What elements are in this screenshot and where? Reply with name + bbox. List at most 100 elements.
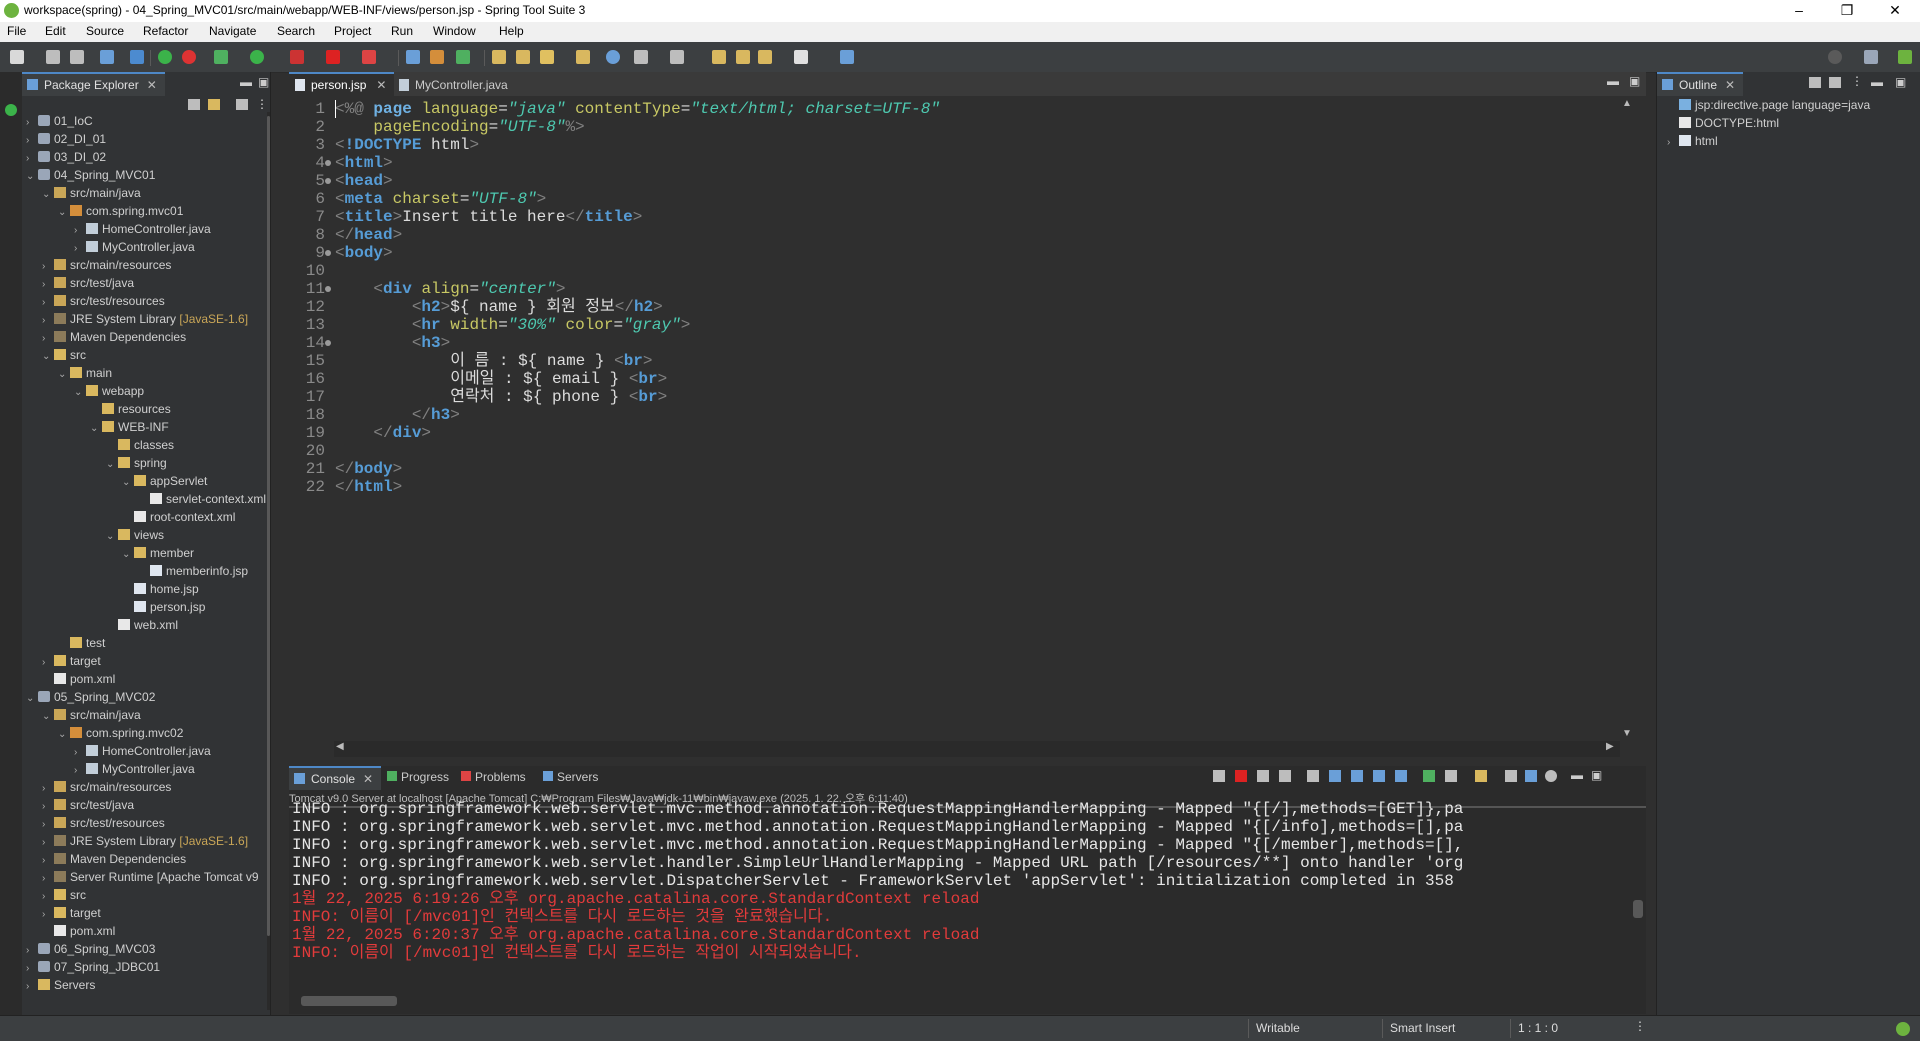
- package-explorer-scrollbar[interactable]: [267, 112, 270, 1010]
- tree-item[interactable]: › target: [42, 904, 101, 922]
- minimize-view-icon[interactable]: ▬: [1571, 768, 1583, 782]
- chevron-down-icon[interactable]: ⌄: [26, 690, 38, 708]
- annotation-icon[interactable]: [634, 50, 648, 64]
- open-resource-icon[interactable]: [576, 50, 590, 64]
- pin-console-icon[interactable]: [1423, 770, 1435, 782]
- pin-editor-icon[interactable]: [840, 50, 854, 64]
- print-icon[interactable]: [100, 50, 114, 64]
- close-icon[interactable]: ✕: [363, 772, 373, 786]
- tree-item[interactable]: › src/test/java: [42, 796, 134, 814]
- back-icon[interactable]: [758, 50, 772, 64]
- open-perspective-icon[interactable]: [1864, 50, 1878, 64]
- chevron-down-icon[interactable]: ⌄: [122, 474, 134, 492]
- tree-item[interactable]: person.jsp: [122, 598, 205, 616]
- save-all-icon[interactable]: [70, 50, 84, 64]
- stop-icon[interactable]: [326, 50, 340, 64]
- tree-item[interactable]: ⌄ com.spring.mvc01: [58, 202, 183, 220]
- maximize-view-icon[interactable]: ▣: [1591, 768, 1602, 782]
- tab-package-explorer[interactable]: Package Explorer ✕: [22, 72, 165, 96]
- tab-servers[interactable]: Servers: [543, 770, 598, 784]
- new-icon[interactable]: [10, 50, 24, 64]
- web-browser-icon[interactable]: [606, 50, 620, 64]
- editor-horizontal-scrollbar[interactable]: ◀ ▶: [334, 741, 1620, 757]
- relaunch-icon[interactable]: [1213, 770, 1225, 782]
- tree-item[interactable]: ⌄ src: [42, 346, 86, 364]
- word-wrap-icon[interactable]: [1351, 770, 1363, 782]
- tree-item[interactable]: ⌄ WEB-INF: [90, 418, 169, 436]
- code-editor[interactable]: 1 <%@ page language="java" contentType="t…: [289, 98, 1619, 738]
- tree-item[interactable]: ⌄ com.spring.mvc02: [58, 724, 183, 742]
- tree-item[interactable]: › Maven Dependencies: [42, 850, 186, 868]
- fold-icon[interactable]: [325, 286, 331, 292]
- menu-run[interactable]: Run: [391, 24, 413, 38]
- tree-item[interactable]: › 02_DI_01: [26, 130, 106, 148]
- tree-item[interactable]: classes: [106, 436, 174, 454]
- next-annotation-icon[interactable]: [670, 50, 684, 64]
- terminate-icon[interactable]: [1235, 770, 1247, 782]
- tab-mycontroller-java[interactable]: MyController.java: [393, 74, 516, 96]
- maximize-button[interactable]: ❐: [1824, 0, 1870, 22]
- forward-history-icon[interactable]: [736, 50, 750, 64]
- fold-icon[interactable]: [325, 160, 331, 166]
- close-icon[interactable]: ✕: [147, 78, 157, 92]
- tab-progress[interactable]: Progress: [387, 770, 449, 784]
- search-icon[interactable]: [1828, 50, 1842, 64]
- tree-item[interactable]: › MyController.java: [74, 238, 195, 256]
- tree-item[interactable]: pom.xml: [42, 922, 115, 940]
- fold-icon[interactable]: [325, 178, 331, 184]
- close-window-button[interactable]: ✕: [1872, 0, 1918, 22]
- forward-icon[interactable]: [794, 50, 808, 64]
- open-type-icon[interactable]: [492, 50, 506, 64]
- new-package-icon[interactable]: [430, 50, 444, 64]
- scrollbar-thumb[interactable]: [301, 996, 397, 1006]
- editor-vertical-scrollbar[interactable]: ▲ ▼: [1620, 98, 1634, 742]
- outline-item[interactable]: jsp:directive.page language=java: [1667, 96, 1870, 114]
- tree-item[interactable]: ⌄ webapp: [74, 382, 144, 400]
- tree-item[interactable]: › HomeController.java: [74, 742, 211, 760]
- tree-item[interactable]: ⌄ main: [58, 364, 112, 382]
- boot-dashboard-icon[interactable]: [158, 50, 172, 64]
- fold-icon[interactable]: [325, 340, 331, 346]
- coverage-icon[interactable]: [290, 50, 304, 64]
- tab-console[interactable]: Console ✕: [289, 766, 382, 790]
- tree-item[interactable]: ⌄ appServlet: [122, 472, 207, 490]
- console-vertical-scrollbar[interactable]: [1631, 810, 1645, 988]
- menu-source[interactable]: Source: [86, 24, 124, 38]
- tree-item[interactable]: › Maven Dependencies: [42, 328, 186, 346]
- spring-perspective-icon[interactable]: [1898, 50, 1912, 64]
- chevron-down-icon[interactable]: ⌄: [58, 366, 70, 384]
- tab-problems[interactable]: Problems: [461, 770, 526, 784]
- menu-help[interactable]: Help: [499, 24, 524, 38]
- tree-item[interactable]: web.xml: [106, 616, 178, 634]
- menu-file[interactable]: File: [7, 24, 26, 38]
- menu-project[interactable]: Project: [334, 24, 371, 38]
- tab-person-jsp[interactable]: person.jsp ✕: [289, 72, 395, 96]
- chevron-down-icon[interactable]: ⌄: [42, 186, 54, 204]
- tab-outline[interactable]: Outline ✕: [1657, 72, 1744, 96]
- clear-console-icon[interactable]: [1307, 770, 1319, 782]
- external-tools-icon[interactable]: [362, 50, 376, 64]
- search-toolbar-icon[interactable]: [540, 50, 554, 64]
- save-icon[interactable]: [46, 50, 60, 64]
- debug-icon[interactable]: [214, 50, 228, 64]
- minimize-view-icon[interactable]: ▬: [240, 75, 252, 89]
- scrollbar-thumb[interactable]: [1633, 900, 1643, 918]
- view-menu-icon[interactable]: ⋮: [256, 97, 268, 111]
- tree-item[interactable]: › HomeController.java: [74, 220, 211, 238]
- minimize-editor-icon[interactable]: ▬: [1607, 74, 1619, 88]
- collapse-all-icon[interactable]: [188, 99, 200, 110]
- tree-item[interactable]: › JRE System Library [JavaSE-1.6]: [42, 832, 248, 850]
- boot-dashboard-icon[interactable]: [5, 104, 17, 116]
- tree-item[interactable]: test: [58, 634, 105, 652]
- tree-item[interactable]: home.jsp: [122, 580, 199, 598]
- chevron-down-icon[interactable]: ⌄: [90, 420, 102, 438]
- new-class-icon[interactable]: [456, 50, 470, 64]
- tree-item[interactable]: memberinfo.jsp: [138, 562, 248, 580]
- scrollbar-thumb[interactable]: [267, 116, 270, 936]
- spring-icon[interactable]: [182, 50, 196, 64]
- tree-item[interactable]: › src/main/resources: [42, 778, 171, 796]
- tree-item[interactable]: › src/test/resources: [42, 292, 165, 310]
- tree-item[interactable]: ⌄ src/main/java: [42, 184, 141, 202]
- tree-item[interactable]: › src/test/resources: [42, 814, 165, 832]
- menu-edit[interactable]: Edit: [45, 24, 66, 38]
